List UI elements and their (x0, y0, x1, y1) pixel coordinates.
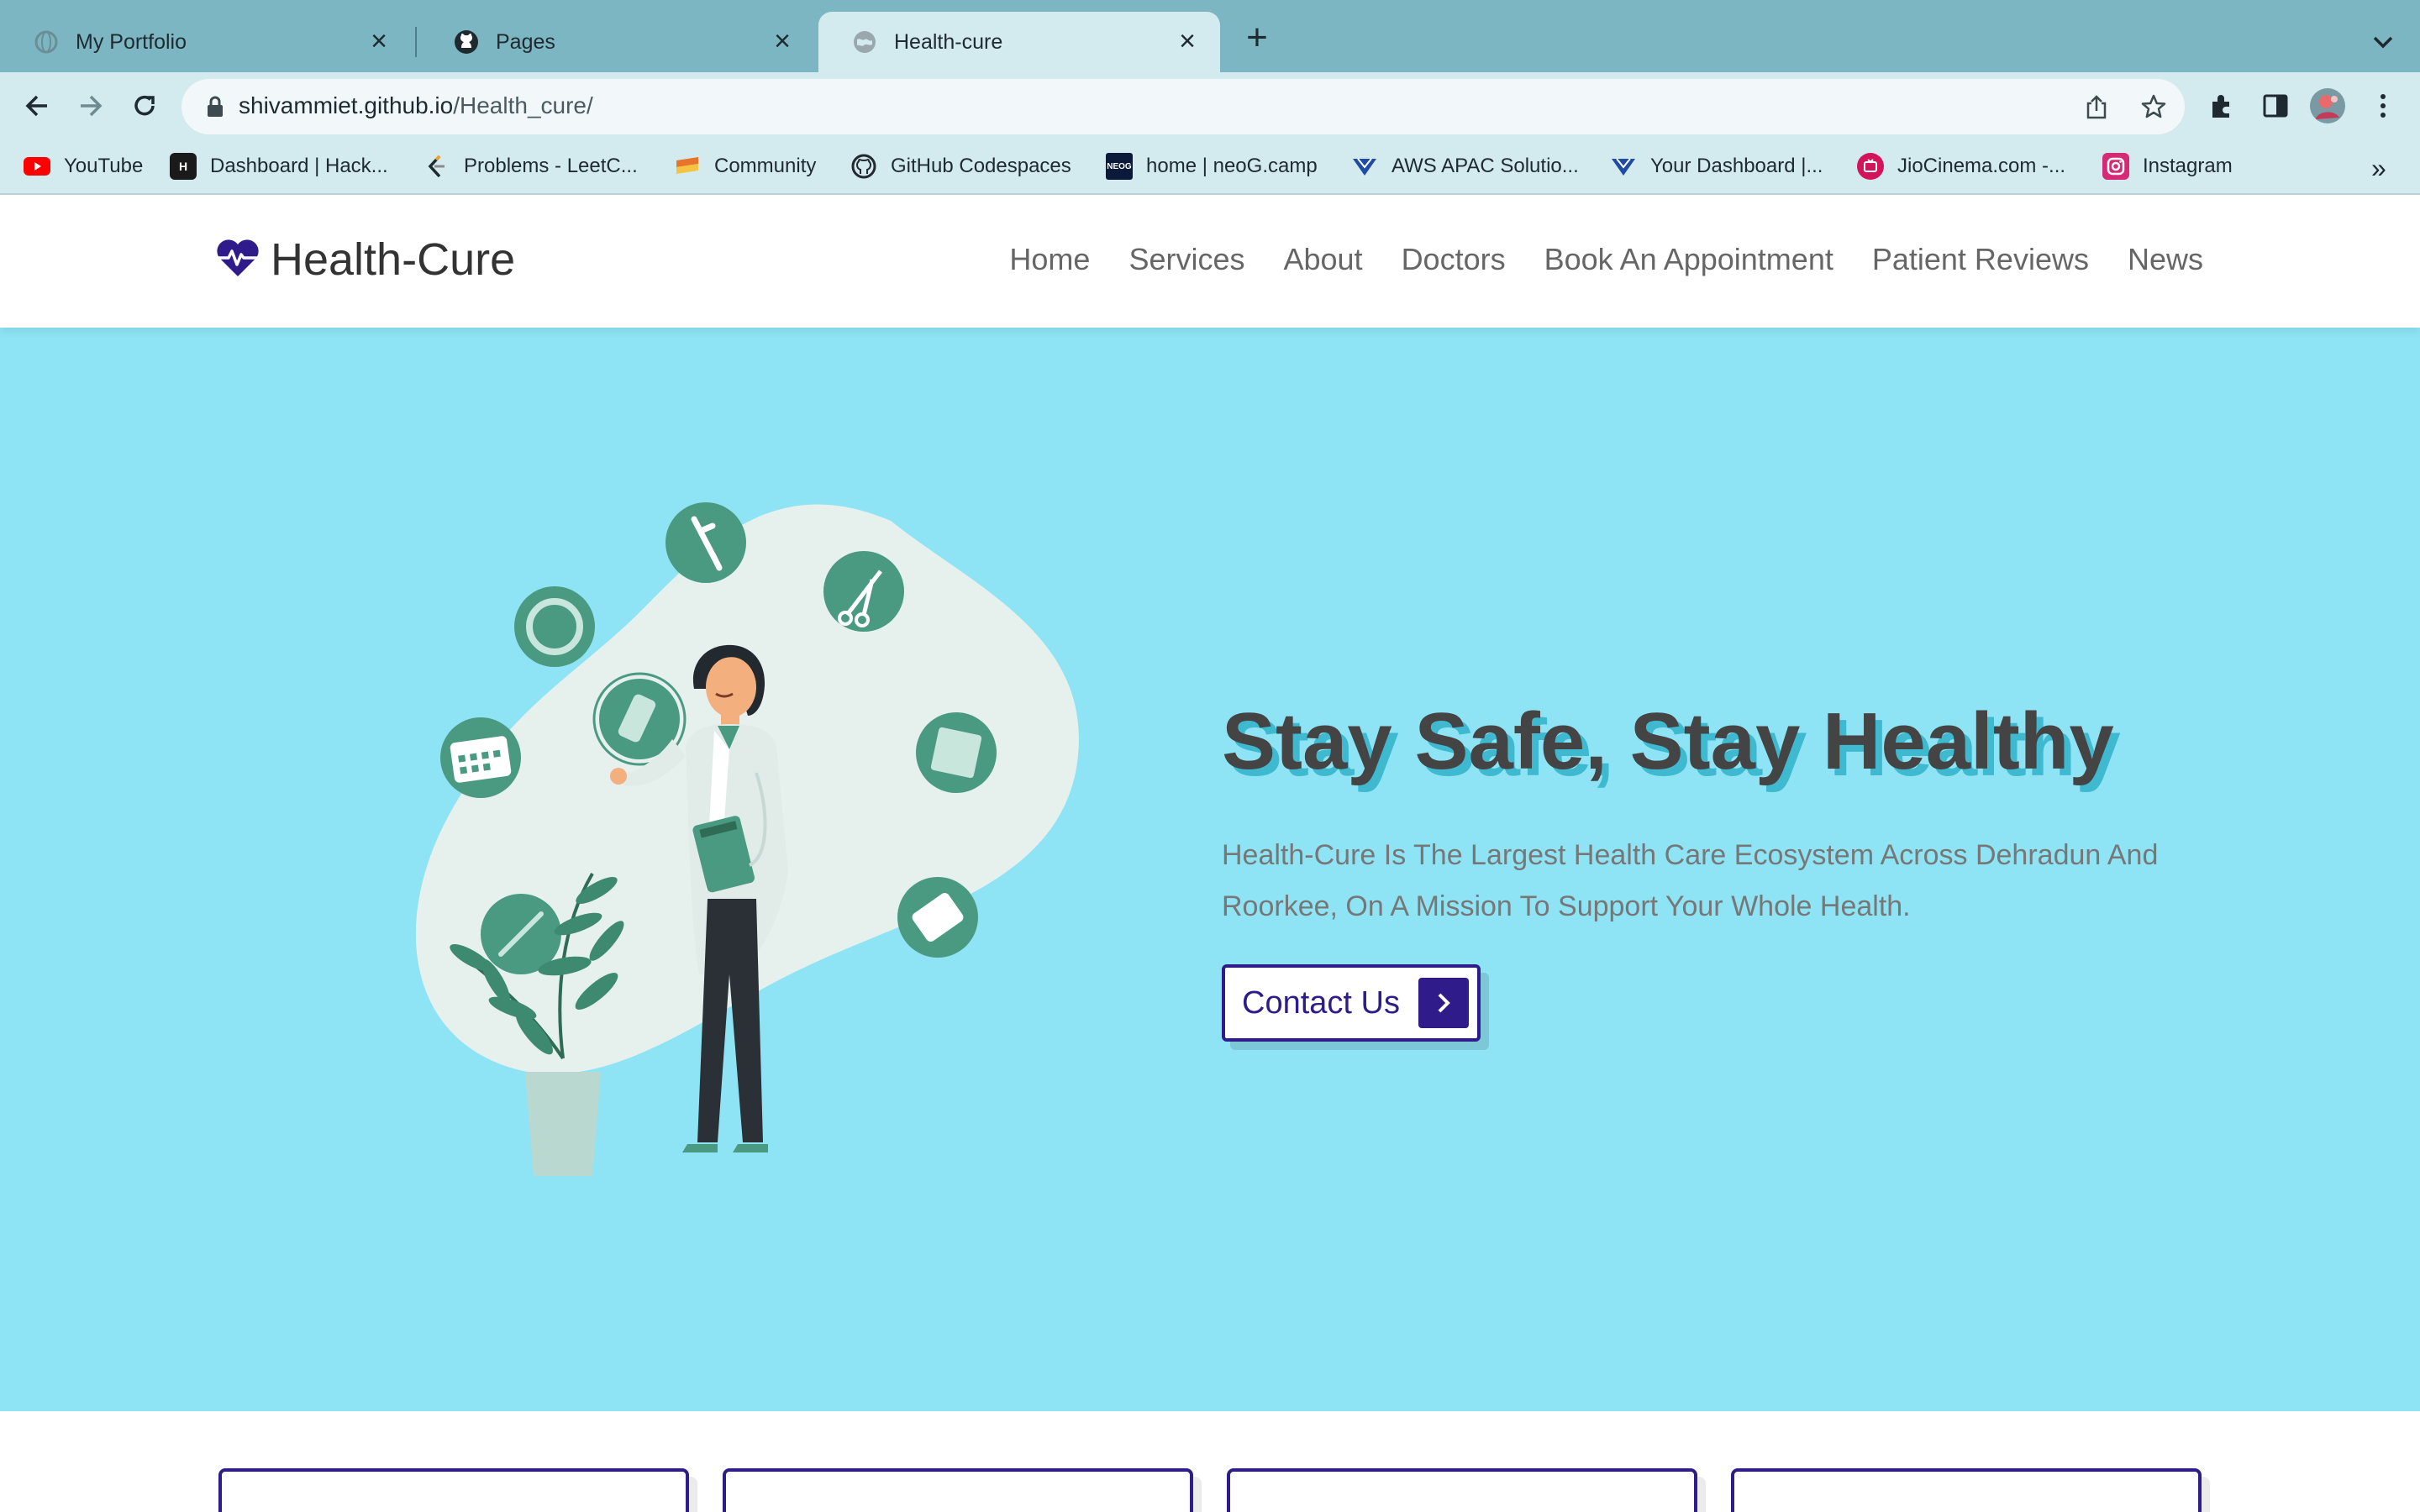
bookmark-hackerrank[interactable]: H Dashboard | Hack... (170, 150, 388, 183)
tab-title: Health-cure (894, 29, 1003, 54)
close-tab-icon[interactable]: × (366, 27, 392, 55)
lock-icon[interactable] (205, 96, 225, 118)
service-card (1731, 1468, 2202, 1512)
bookmark-neog[interactable]: NEOG home | neoG.camp (1106, 150, 1318, 183)
syringe-icon (666, 502, 746, 583)
profile-avatar[interactable] (2309, 87, 2346, 124)
globe-icon (852, 29, 877, 55)
bookmark-label: AWS APAC Solutio... (1392, 155, 1579, 177)
nav-news[interactable]: News (2128, 242, 2203, 277)
tab-pages[interactable]: Pages × (420, 12, 815, 72)
scissors-icon (823, 551, 904, 632)
service-card (218, 1468, 689, 1512)
hero-title: Stay Safe, Stay Healthy (1222, 696, 2114, 786)
url-text: shivammiet.github.io/Health_cure/ (239, 92, 593, 119)
ring-icon (514, 586, 595, 667)
bookmark-your-dashboard[interactable]: Your Dashboard |... (1610, 150, 1823, 183)
browser-toolbar: shivammiet.github.io/Health_cure/ (0, 72, 2420, 139)
bookmark-github-codespaces[interactable]: GitHub Codespaces (850, 150, 1071, 183)
chevron-right-icon (1418, 978, 1469, 1028)
bookmark-label: GitHub Codespaces (891, 155, 1071, 177)
instagram-icon (2102, 153, 2129, 180)
nav-book-appointment[interactable]: Book An Appointment (1544, 242, 1833, 277)
reload-button[interactable] (126, 87, 163, 124)
heartbeat-icon (215, 238, 260, 282)
tab-strip: My Portfolio × Pages × Health-cure × + (0, 0, 2420, 72)
nav-home[interactable]: Home (1009, 242, 1090, 277)
side-panel-icon[interactable] (2257, 87, 2294, 124)
tab-search-chevron-icon[interactable] (2366, 25, 2400, 59)
contact-us-label: Contact Us (1242, 984, 1400, 1021)
web-page: Health-Cure Home Services About Doctors … (0, 195, 2420, 1512)
share-icon[interactable] (2082, 92, 2111, 121)
service-card (1227, 1468, 1697, 1512)
browser-menu-icon[interactable] (2365, 87, 2402, 124)
tab-title: My Portfolio (76, 29, 187, 54)
bookmarks-bar: YouTube H Dashboard | Hack... Problems -… (0, 139, 2420, 195)
bookmark-star-icon[interactable] (2139, 92, 2168, 121)
back-button[interactable] (18, 87, 55, 124)
new-tab-button[interactable]: + (1240, 19, 1274, 56)
aws-icon (1351, 153, 1378, 180)
bookmark-community[interactable]: Community (674, 150, 816, 183)
github-icon (454, 29, 479, 55)
main-navigation: Home Services About Doctors Book An Appo… (971, 242, 2203, 277)
nav-services[interactable]: Services (1128, 242, 1244, 277)
bookmark-label: YouTube (64, 155, 144, 177)
more-bookmarks-button[interactable]: » (2371, 153, 2386, 184)
hero-section: Stay Safe, Stay Healthy Health-Cure Is T… (0, 328, 2420, 1411)
hackerrank-icon: H (170, 153, 197, 180)
tab-health-cure[interactable]: Health-cure × (818, 12, 1220, 72)
logo-text: Health-Cure (271, 234, 516, 285)
dashboard-icon (1610, 153, 1637, 180)
bookmark-youtube[interactable]: YouTube (24, 150, 143, 183)
site-logo[interactable]: Health-Cure (215, 234, 515, 286)
notepad-icon (916, 712, 997, 793)
hero-description: Health-Cure Is The Largest Health Care E… (1222, 839, 2159, 922)
bookmark-label: home | neoG.camp (1146, 155, 1318, 177)
bookmark-label: Your Dashboard |... (1650, 155, 1823, 177)
doctor-illustration (415, 502, 1079, 1176)
site-header: Health-Cure Home Services About Doctors … (0, 195, 2420, 328)
nav-about[interactable]: About (1283, 242, 1362, 277)
calendar-icon (440, 717, 521, 798)
globe-icon (34, 29, 59, 55)
youtube-icon (24, 153, 50, 180)
bookmark-leetcode[interactable]: Problems - LeetC... (424, 150, 638, 183)
service-card (723, 1468, 1193, 1512)
bookmark-label: Instagram (2143, 155, 2233, 177)
bookmark-label: JioCinema.com -... (1897, 155, 2066, 177)
bookmark-jiocinema[interactable]: JioCinema.com -... (1857, 150, 2065, 183)
tab-my-portfolio[interactable]: My Portfolio × (0, 12, 412, 72)
contact-us-button[interactable]: Contact Us (1222, 964, 1481, 1042)
nav-patient-reviews[interactable]: Patient Reviews (1872, 242, 2089, 277)
bookmark-label: Problems - LeetC... (464, 155, 638, 177)
url-host: shivammiet.github.io (239, 92, 454, 118)
leetcode-icon (424, 153, 450, 180)
community-icon (674, 153, 701, 180)
jiocinema-icon (1857, 153, 1884, 180)
close-tab-icon[interactable]: × (770, 27, 795, 55)
bookmark-instagram[interactable]: Instagram (2102, 150, 2233, 183)
github-icon (850, 153, 877, 180)
close-tab-icon[interactable]: × (1175, 27, 1200, 55)
neog-icon: NEOG (1106, 153, 1133, 180)
extensions-icon[interactable] (2203, 87, 2240, 124)
tab-title: Pages (496, 29, 555, 54)
url-path: /Health_cure/ (453, 92, 593, 118)
bookmark-label: Community (714, 155, 817, 177)
bookmark-label: Dashboard | Hack... (210, 155, 388, 177)
tab-divider (415, 27, 417, 57)
pill-pack-icon (897, 877, 978, 958)
nav-doctors[interactable]: Doctors (1402, 242, 1506, 277)
address-bar[interactable]: shivammiet.github.io/Health_cure/ (182, 79, 2185, 134)
bookmark-aws-apac[interactable]: AWS APAC Solutio... (1351, 150, 1579, 183)
forward-button[interactable] (72, 87, 109, 124)
